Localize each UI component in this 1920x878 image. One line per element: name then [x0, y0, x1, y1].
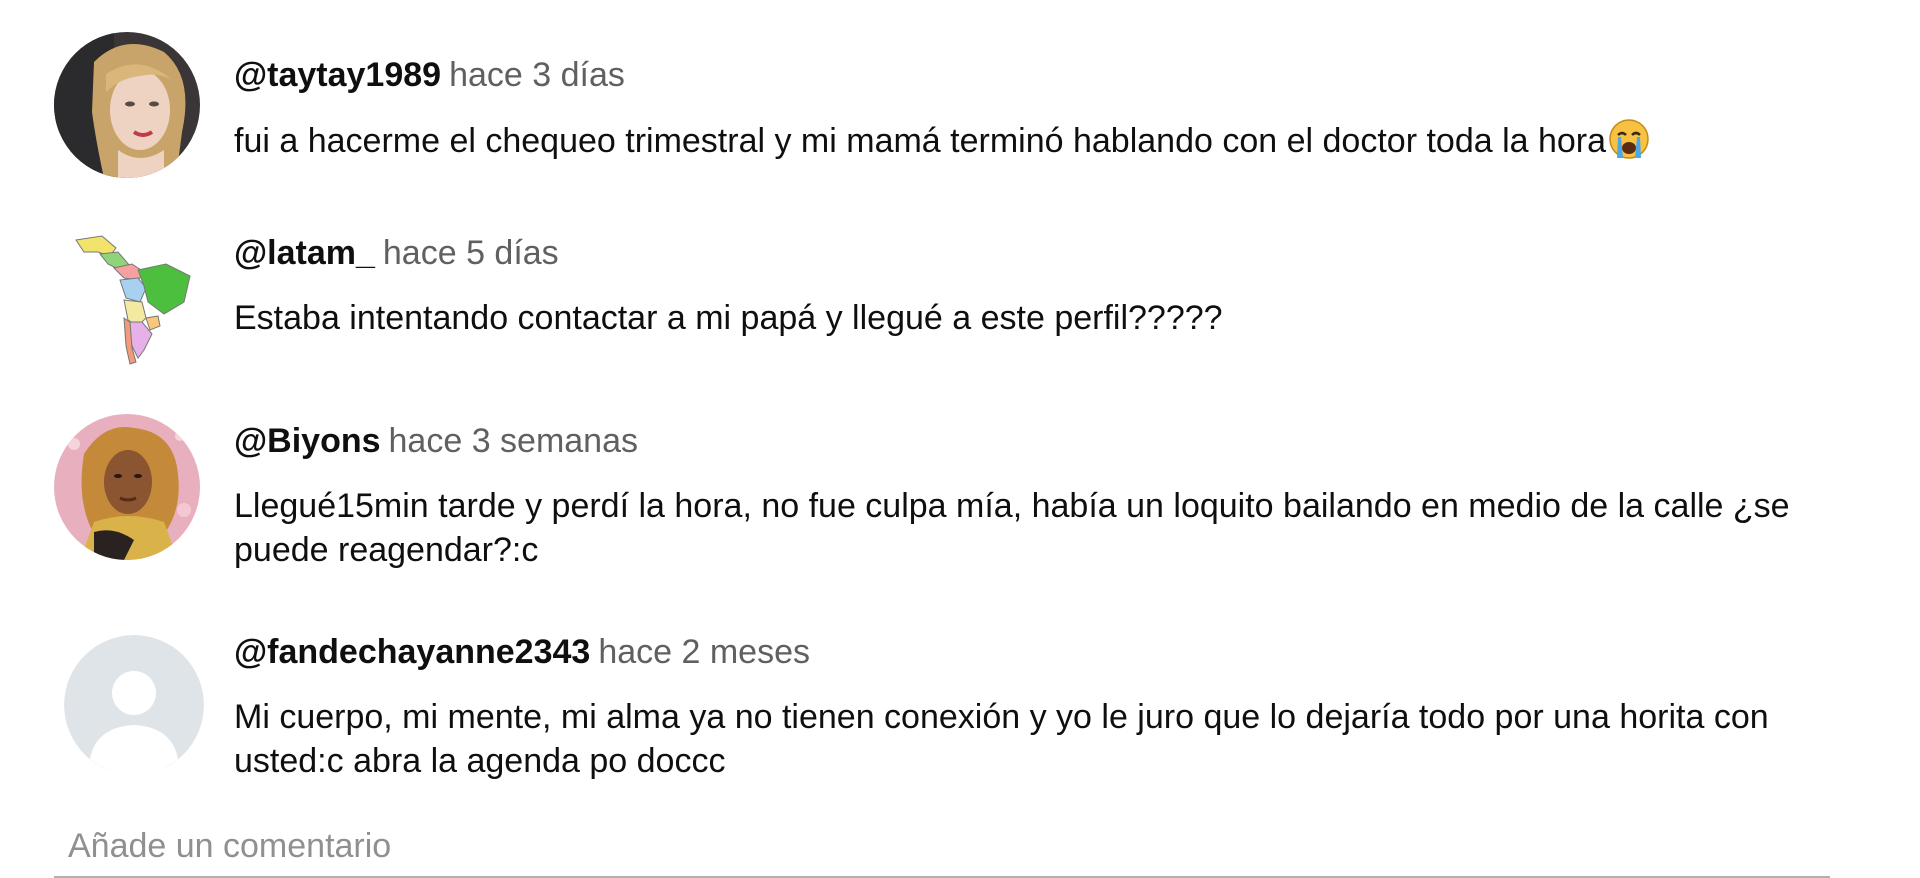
comment-meta: @latam_ hace 5 días — [234, 233, 559, 273]
comment-meta: @Biyons hace 3 semanas — [234, 421, 638, 461]
comment-body: Estaba intentando contactar a mi papá y … — [234, 299, 1223, 337]
avatar-biyons[interactable] — [54, 414, 200, 560]
comment-author[interactable]: @taytay1989 — [234, 56, 441, 94]
comment-meta: @fandechayanne2343 hace 2 meses — [234, 632, 810, 672]
avatar-photo-icon — [54, 32, 200, 178]
comment-meta: @taytay1989 hace 3 días — [234, 55, 625, 95]
comment-timestamp[interactable]: hace 3 días — [449, 56, 625, 94]
comment-timestamp[interactable]: hace 2 meses — [598, 633, 810, 671]
comment-author[interactable]: @fandechayanne2343 — [234, 633, 590, 671]
map-icon — [54, 222, 200, 368]
crying-face-icon — [1608, 118, 1650, 160]
comment-text: Estaba intentando contactar a mi papá y … — [234, 296, 1854, 340]
comment-text: fui a hacerme el chequeo trimestral y mi… — [234, 118, 1854, 163]
comment-input[interactable] — [54, 820, 1830, 872]
comment-text: Llegué15min tarde y perdí la hora, no fu… — [234, 484, 1854, 572]
comment-timestamp[interactable]: hace 3 semanas — [389, 422, 639, 460]
comments-page: @taytay1989 hace 3 días fui a hacerme el … — [0, 0, 1920, 878]
comment-body: Mi cuerpo, mi mente, mi alma ya no tiene… — [234, 698, 1769, 780]
add-comment-box — [54, 820, 1830, 878]
avatar-taytay1989[interactable] — [54, 32, 200, 178]
comment-text: Mi cuerpo, mi mente, mi alma ya no tiene… — [234, 695, 1854, 783]
comment-body: Llegué15min tarde y perdí la hora, no fu… — [234, 487, 1790, 569]
comment-author[interactable]: @Biyons — [234, 422, 381, 460]
comment-author[interactable]: @latam_ — [234, 234, 375, 272]
comment-timestamp[interactable]: hace 5 días — [383, 234, 559, 272]
default-user-icon — [64, 635, 204, 775]
comment-body: fui a hacerme el chequeo trimestral y mi… — [234, 122, 1607, 160]
avatar-photo-icon — [54, 414, 200, 560]
avatar-latam[interactable] — [54, 222, 200, 368]
avatar-fandechayanne2343[interactable] — [64, 635, 204, 775]
